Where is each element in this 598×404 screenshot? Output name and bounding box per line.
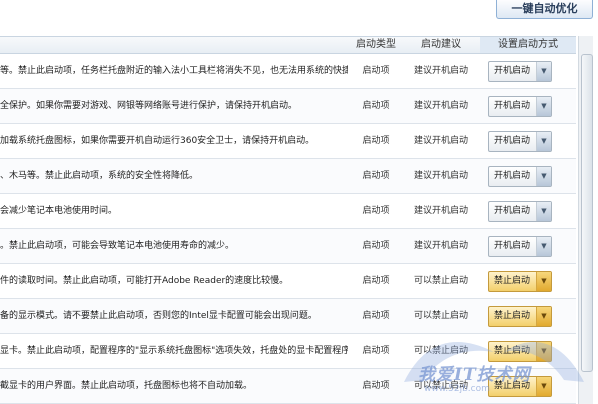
dropdown-selected-value: 禁止启动 xyxy=(493,381,530,391)
row-startup-suggestion: 建议开机启动 xyxy=(413,241,468,251)
chevron-down-icon[interactable]: ▼ xyxy=(536,132,551,151)
row-description: 加载系统托盘图标，如果你需要开机自动运行360安全卫士，请保持开机启动。 xyxy=(0,136,315,146)
table-header: 启动类型 启动建议 设置启动方式 xyxy=(0,36,576,54)
row-description: 。禁止此启动项，可能会导致笔记本电池使用寿命的减少。 xyxy=(0,241,235,251)
chevron-down-icon[interactable]: ▼ xyxy=(536,272,551,291)
chevron-down-icon[interactable]: ▼ xyxy=(536,202,551,221)
table-row[interactable]: 全保护。如果你需要对游戏、网银等网络账号进行保护，请保持开机启动。 启动项 建议开机… xyxy=(0,89,576,124)
row-startup-suggestion: 建议开机启动 xyxy=(413,101,468,111)
row-startup-type: 启动项 xyxy=(362,241,390,251)
dropdown-selected-value: 开机启动 xyxy=(493,206,530,216)
row-description: 截显卡的用户界面。禁止此启动项，托盘图标也将不自动加载。 xyxy=(0,381,253,391)
table-row[interactable]: 件的读取时间。禁止此启动项，可能打开Adobe Reader的速度比较慢。 启动项… xyxy=(0,264,576,299)
dropdown-selected-value: 禁止启动 xyxy=(493,276,530,286)
startup-method-dropdown[interactable]: 开机启动 ▼ xyxy=(488,166,552,187)
top-toolbar: 一键自动优化 xyxy=(0,0,598,36)
chevron-down-icon[interactable]: ▼ xyxy=(536,97,551,116)
dropdown-selected-value: 开机启动 xyxy=(493,171,530,181)
row-startup-suggestion: 可以禁止启动 xyxy=(413,276,468,286)
column-header-type[interactable]: 启动类型 xyxy=(348,37,404,53)
table-row[interactable]: 、木马等。禁止此启动项，系统的安全性将降低。 启动项 建议开机启动 开机启动 ▼ xyxy=(0,159,576,194)
table-row[interactable]: 截显卡的用户界面。禁止此启动项，托盘图标也将不自动加载。 启动项 可以禁止启动 禁止启… xyxy=(0,369,576,404)
startup-method-dropdown[interactable]: 禁止启动 ▼ xyxy=(488,341,552,362)
row-startup-suggestion: 可以禁止启动 xyxy=(413,346,468,356)
dropdown-selected-value: 开机启动 xyxy=(493,101,530,111)
vertical-scrollbar[interactable] xyxy=(578,36,593,404)
chevron-down-icon[interactable]: ▼ xyxy=(536,237,551,256)
column-header-suggest[interactable]: 启动建议 xyxy=(406,37,476,53)
row-startup-suggestion: 建议开机启动 xyxy=(413,66,468,76)
table-row[interactable]: 加载系统托盘图标，如果你需要开机自动运行360安全卫士，请保持开机启动。 启动项 建… xyxy=(0,124,576,159)
table-row[interactable]: 。禁止此启动项，可能会导致笔记本电池使用寿命的减少。 启动项 建议开机启动 开机启动 ▼ xyxy=(0,229,576,264)
row-startup-suggestion: 可以禁止启动 xyxy=(413,381,468,391)
startup-method-dropdown[interactable]: 禁止启动 ▼ xyxy=(488,306,552,327)
row-description: 全保护。如果你需要对游戏、网银等网络账号进行保护，请保持开机启动。 xyxy=(0,101,298,111)
startup-method-dropdown[interactable]: 禁止启动 ▼ xyxy=(488,376,552,397)
dropdown-selected-value: 开机启动 xyxy=(493,66,530,76)
row-description: 件的读取时间。禁止此启动项，可能打开Adobe Reader的速度比较慢。 xyxy=(0,276,289,286)
table-row[interactable]: 会减少笔记本电池使用时间。 启动项 建议开机启动 开机启动 ▼ xyxy=(0,194,576,229)
table-row[interactable]: 备的显示模式。请不要禁止此启动项，否则您的Intel显卡配置可能会出现问题。 启动… xyxy=(0,299,576,334)
row-startup-type: 启动项 xyxy=(362,311,390,321)
row-startup-suggestion: 建议开机启动 xyxy=(413,136,468,146)
row-startup-type: 启动项 xyxy=(362,136,390,146)
startup-method-dropdown[interactable]: 开机启动 ▼ xyxy=(488,236,552,257)
startup-method-dropdown[interactable]: 开机启动 ▼ xyxy=(488,201,552,222)
row-description: 、木马等。禁止此启动项，系统的安全性将降低。 xyxy=(0,171,199,181)
row-description: 显卡。禁止此启动项，配置程序的"显示系统托盘图标"选项失效，托盘处的显卡配置程序… xyxy=(0,346,348,356)
dropdown-selected-value: 开机启动 xyxy=(493,241,530,251)
row-startup-type: 启动项 xyxy=(362,101,390,111)
row-startup-suggestion: 建议开机启动 xyxy=(413,171,468,181)
row-description: 会减少笔记本电池使用时间。 xyxy=(0,206,118,216)
row-description: 等。禁止此启动项，任务栏托盘附近的输入法小工具栏将消失不见，也无法用系统的快捷键… xyxy=(0,66,348,76)
row-startup-type: 启动项 xyxy=(362,206,390,216)
row-startup-suggestion: 建议开机启动 xyxy=(413,206,468,216)
startup-method-dropdown[interactable]: 禁止启动 ▼ xyxy=(488,271,552,292)
row-description: 备的显示模式。请不要禁止此启动项，否则您的Intel显卡配置可能会出现问题。 xyxy=(0,311,317,321)
row-startup-suggestion: 可以禁止启动 xyxy=(413,311,468,321)
chevron-down-icon[interactable]: ▼ xyxy=(536,307,551,326)
startup-method-dropdown[interactable]: 开机启动 ▼ xyxy=(488,61,552,82)
table-row[interactable]: 显卡。禁止此启动项，配置程序的"显示系统托盘图标"选项失效，托盘处的显卡配置程序… xyxy=(0,334,576,369)
row-startup-type: 启动项 xyxy=(362,171,390,181)
row-startup-type: 启动项 xyxy=(362,346,390,356)
startup-method-dropdown[interactable]: 开机启动 ▼ xyxy=(488,131,552,152)
chevron-down-icon[interactable]: ▼ xyxy=(536,167,551,186)
row-startup-type: 启动项 xyxy=(362,66,390,76)
dropdown-selected-value: 禁止启动 xyxy=(493,311,530,321)
row-startup-type: 启动项 xyxy=(362,381,390,391)
dropdown-selected-value: 开机启动 xyxy=(493,136,530,146)
one-click-optimize-button[interactable]: 一键自动优化 xyxy=(496,0,593,19)
dropdown-selected-value: 禁止启动 xyxy=(493,346,530,356)
startup-items-list: 等。禁止此启动项，任务栏托盘附近的输入法小工具栏将消失不见，也无法用系统的快捷键… xyxy=(0,54,576,404)
chevron-down-icon[interactable]: ▼ xyxy=(536,62,551,81)
table-row[interactable]: 等。禁止此启动项，任务栏托盘附近的输入法小工具栏将消失不见，也无法用系统的快捷键… xyxy=(0,54,576,89)
scrollbar-thumb[interactable] xyxy=(581,54,593,372)
startup-method-dropdown[interactable]: 开机启动 ▼ xyxy=(488,96,552,117)
column-header-method[interactable]: 设置启动方式 xyxy=(480,37,576,53)
chevron-down-icon[interactable]: ▼ xyxy=(536,342,551,361)
row-startup-type: 启动项 xyxy=(362,276,390,286)
chevron-down-icon[interactable]: ▼ xyxy=(536,377,551,396)
